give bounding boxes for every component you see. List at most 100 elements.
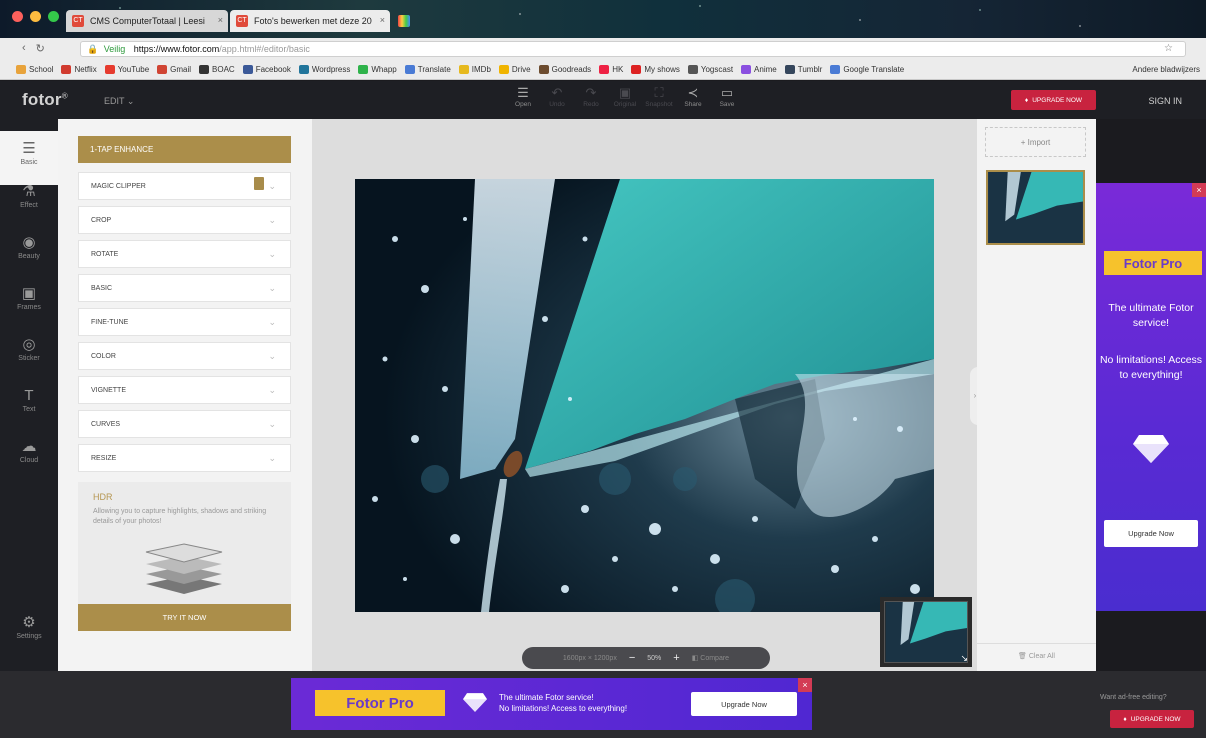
bookmark-favicon-icon bbox=[784, 65, 795, 74]
browser-tab-1[interactable]: CT CMS ComputerTotaal | Leesi × bbox=[66, 10, 228, 32]
bookmark-3[interactable]: Gmail bbox=[157, 65, 191, 74]
reload-icon[interactable]: ↻ bbox=[36, 42, 45, 55]
ad-free-upgrade-button[interactable]: ♦ UPGRADE NOW bbox=[1110, 710, 1194, 728]
rail-item-settings[interactable]: ⚙ Settings bbox=[0, 613, 58, 640]
bookmark-10[interactable]: Drive bbox=[498, 65, 531, 74]
rail-item-beauty[interactable]: ◉ Beauty bbox=[0, 233, 58, 260]
bookmark-14[interactable]: Yogscast bbox=[687, 65, 733, 74]
chevron-down-icon: ⌄ bbox=[268, 317, 276, 327]
option-magic-clipper[interactable]: MAGIC CLIPPER ⌄ bbox=[78, 172, 291, 200]
chevron-down-icon: ⌄ bbox=[126, 96, 135, 106]
one-tap-enhance-button[interactable]: 1-TAP ENHANCE bbox=[78, 136, 291, 163]
rail-item-basic[interactable]: ☰ Basic bbox=[0, 131, 58, 185]
basic-panel: 1-TAP ENHANCE HDR Allowing you to captur… bbox=[58, 119, 312, 671]
browser-tab-2[interactable]: CT Foto's bewerken met deze 20 × bbox=[230, 10, 390, 32]
rail-item-cloud[interactable]: ☁ Cloud bbox=[0, 437, 58, 464]
side-ad-banner[interactable]: × Fotor Pro The ultimate Fotor service! … bbox=[1096, 183, 1206, 611]
fotor-logo[interactable]: fotor® bbox=[22, 90, 68, 110]
try-it-now-button[interactable]: TRY IT NOW bbox=[78, 604, 291, 631]
toolbar-original-button[interactable]: ▣ Original bbox=[608, 84, 642, 108]
other-bookmarks[interactable]: Andere bladwijzers bbox=[1132, 65, 1200, 74]
bookmark-16[interactable]: Tumblr bbox=[784, 65, 822, 74]
rail-item-text[interactable]: T Text bbox=[0, 386, 58, 413]
original-icon: ▣ bbox=[618, 85, 632, 100]
minimize-window-button[interactable] bbox=[30, 11, 41, 22]
bookmark-4[interactable]: BOAC bbox=[199, 65, 235, 74]
ct-favicon-icon: CT bbox=[72, 15, 84, 27]
bookmark-favicon-icon bbox=[631, 65, 642, 74]
ad-upgrade-button[interactable]: Upgrade Now bbox=[691, 692, 797, 716]
eye-icon: ◉ bbox=[22, 234, 36, 251]
option-rotate[interactable]: ROTATE ⌄ bbox=[78, 240, 291, 268]
upgrade-now-button[interactable]: ♦ UPGRADE NOW bbox=[1011, 90, 1096, 110]
chevron-down-icon: ⌄ bbox=[268, 453, 276, 463]
toolbar-share-button[interactable]: ≺ Share bbox=[676, 84, 710, 108]
resize-icon[interactable]: ↘ bbox=[960, 653, 968, 664]
toolbar-redo-button[interactable]: ↷ Redo bbox=[574, 84, 608, 108]
compare-button[interactable]: ◧ Compare bbox=[692, 654, 729, 662]
option-crop[interactable]: CROP ⌄ bbox=[78, 206, 291, 234]
rail-item-effect[interactable]: ⚗ Effect bbox=[0, 182, 58, 209]
bookmark-15[interactable]: Anime bbox=[741, 65, 777, 74]
bottom-ad-banner[interactable]: × Fotor Pro The ultimate Fotor service! … bbox=[291, 678, 812, 730]
option-resize[interactable]: RESIZE ⌄ bbox=[78, 444, 291, 472]
close-tab-icon[interactable]: × bbox=[218, 15, 223, 25]
sign-in-link[interactable]: SIGN IN bbox=[1148, 96, 1182, 106]
zoom-out-button[interactable]: − bbox=[629, 652, 635, 664]
rail-item-frames[interactable]: ▣ Frames bbox=[0, 284, 58, 311]
navigator-minimap[interactable]: ↘ bbox=[880, 597, 972, 667]
bookmark-11[interactable]: Goodreads bbox=[538, 65, 591, 74]
option-vignette[interactable]: VIGNETTE ⌄ bbox=[78, 376, 291, 404]
chevron-down-icon: ⌄ bbox=[268, 385, 276, 395]
import-button[interactable]: + Import bbox=[985, 127, 1086, 157]
photo-thumbnail[interactable] bbox=[986, 170, 1085, 245]
clear-all-button[interactable]: 🗑 Clear All bbox=[977, 643, 1096, 660]
bookmark-12[interactable]: HK bbox=[599, 65, 623, 74]
ct-favicon-icon: CT bbox=[236, 15, 248, 27]
diamond-icon: ♦ bbox=[1024, 96, 1029, 104]
edit-menu[interactable]: EDIT ⌄ bbox=[104, 96, 134, 107]
option-curves[interactable]: CURVES ⌄ bbox=[78, 410, 291, 438]
close-ad-button[interactable]: × bbox=[1192, 183, 1206, 197]
chevron-right-icon: › bbox=[973, 391, 977, 400]
url-input[interactable]: 🔒 Veilig https://www.fotor.com/app.html#… bbox=[80, 41, 1186, 57]
snapshot-icon: ⛶ bbox=[654, 85, 664, 100]
bookmark-0[interactable]: School bbox=[16, 65, 53, 74]
maximize-window-button[interactable] bbox=[48, 11, 59, 22]
close-ad-button[interactable]: × bbox=[798, 678, 812, 692]
cloud-icon: ☁ bbox=[21, 438, 37, 455]
rail-item-sticker[interactable]: ◎ Sticker bbox=[0, 335, 58, 362]
star-icon[interactable]: ☆ bbox=[1164, 42, 1173, 56]
ad-subline: No limitations! Access to everything! bbox=[1099, 354, 1203, 381]
bookmark-7[interactable]: Whapp bbox=[358, 65, 397, 74]
toolbar-open-button[interactable]: ☰ Open bbox=[506, 84, 540, 108]
lock-icon: 🔒 bbox=[87, 44, 99, 54]
back-icon[interactable]: ‹ bbox=[22, 42, 26, 55]
chevron-down-icon: ⌄ bbox=[268, 283, 276, 293]
minimap-photo bbox=[885, 602, 967, 662]
toolbar-undo-button[interactable]: ↶ Undo bbox=[540, 84, 574, 108]
bookmark-2[interactable]: YouTube bbox=[104, 65, 149, 74]
option-color[interactable]: COLOR ⌄ bbox=[78, 342, 291, 370]
bookmark-favicon-icon bbox=[830, 65, 841, 74]
close-tab-icon[interactable]: × bbox=[380, 15, 385, 25]
browser-tab-3[interactable] bbox=[392, 10, 452, 32]
ad-upgrade-button[interactable]: Upgrade Now bbox=[1104, 520, 1198, 547]
toolbar-snapshot-button[interactable]: ⛶ Snapshot bbox=[642, 84, 676, 108]
bookmark-8[interactable]: Translate bbox=[404, 65, 451, 74]
fotor-pro-badge: Fotor Pro bbox=[315, 690, 445, 716]
share-icon: ≺ bbox=[687, 85, 699, 100]
bookmark-6[interactable]: Wordpress bbox=[298, 65, 350, 74]
trash-icon: 🗑 bbox=[1018, 653, 1029, 660]
bookmark-1[interactable]: Netflix bbox=[61, 65, 97, 74]
bookmark-13[interactable]: My shows bbox=[631, 65, 680, 74]
option-basic[interactable]: BASIC ⌄ bbox=[78, 274, 291, 302]
zoom-in-button[interactable]: + bbox=[673, 652, 679, 664]
close-window-button[interactable] bbox=[12, 11, 23, 22]
bookmark-5[interactable]: Facebook bbox=[242, 65, 291, 74]
photo-canvas[interactable] bbox=[355, 179, 934, 612]
bookmark-9[interactable]: IMDb bbox=[458, 65, 491, 74]
toolbar-save-button[interactable]: ▭ Save bbox=[710, 84, 744, 108]
bookmark-17[interactable]: Google Translate bbox=[830, 65, 904, 74]
option-fine-tune[interactable]: FINE-TUNE ⌄ bbox=[78, 308, 291, 336]
